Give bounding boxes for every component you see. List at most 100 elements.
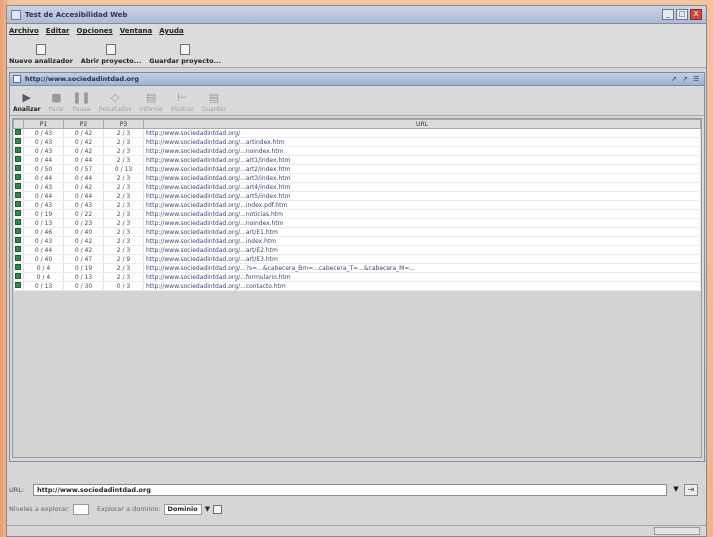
cell-p3: 2 / 3 [103,209,144,219]
status-cell [654,527,700,535]
status-cell [13,173,24,183]
menu-ayuda[interactable]: Ayuda [159,27,183,35]
table-row[interactable]: 0 / 44 0 / 44 2 / 3 http://www.sociedadintd… [13,191,701,201]
status-ok-icon [15,138,22,144]
analyzer-toolbar-button[interactable]: ⊢ Mostrar [171,92,194,114]
table-row[interactable]: 0 / 44 0 / 44 2 / 3 http://www.sociedadintd… [13,173,701,183]
status-ok-icon [15,210,22,216]
cell-p2: 0 / 44 [63,191,104,201]
cell-p1: 0 / 46 [23,227,64,237]
cell-p3: 2 / 9 [103,254,144,264]
menu-archivo[interactable]: Archivo [9,27,39,35]
cell-url: http://www.sociedadintdad.org/ [143,128,701,138]
new-analyzer-button[interactable]: Nuevo analizador [9,44,73,65]
cell-p3: 2 / 3 [103,263,144,273]
table-row[interactable]: 0 / 43 0 / 43 2 / 3 http://www.sociedadintd… [13,200,701,210]
table-row[interactable]: 0 / 40 / 19 2 / 3 http://www.sociedadintda… [13,263,701,273]
cell-p2: 0 / 23 [63,218,104,228]
status-ok-icon [15,255,22,261]
open-project-button[interactable]: Abrir proyecto... [81,44,141,65]
settings-icon[interactable] [213,504,223,514]
chevron-down-icon[interactable]: ▼ [205,505,210,513]
cell-p2: 0 / 42 [63,137,104,147]
table-row[interactable]: 0 / 43 0 / 42 2 / 3 http://www.sociedadintd… [13,146,701,156]
column-header-p1[interactable]: P1 [23,119,64,129]
analyzer-toolbar-button[interactable]: ■ Parar [49,92,65,114]
cell-p2: 0 / 44 [63,173,104,183]
status-cell [13,272,24,282]
column-header-p2[interactable]: P2 [63,119,104,129]
table-row[interactable]: 0 / 43 0 / 42 2 / 3 http://www.sociedadintd… [13,236,701,246]
cell-url: http://www.sociedadintdad.org/...noindex… [143,218,701,228]
url-input[interactable]: http://www.sociedadintdad.org [33,484,667,496]
toolbar-label: Analizar [13,106,41,113]
column-header-status[interactable] [13,119,24,129]
table-row[interactable]: 0 / 19 0 / 22 2 / 3 http://www.sociedadintd… [13,209,701,219]
menu-editar[interactable]: Editar [46,27,70,35]
cell-p3: 2 / 3 [103,218,144,228]
analyzer-toolbar-button[interactable]: ◇ Resultados [99,92,132,114]
analyzer-toolbar-button[interactable]: ❚❚ Pausa [72,92,90,114]
status-cell [13,209,24,219]
chevron-down-icon[interactable]: ▼ [670,484,682,496]
table-row[interactable]: 0 / 44 0 / 42 2 / 3 http://www.sociedadintd… [13,245,701,255]
status-cell [13,218,24,228]
menu-opciones[interactable]: Opciones [77,27,113,35]
scope-select[interactable]: Dominio [163,503,202,515]
status-cell [13,245,24,255]
cell-p1: 0 / 13 [23,218,64,228]
status-cell [13,146,24,156]
column-header-url[interactable]: URL [143,119,701,129]
status-ok-icon [15,129,22,135]
cell-url: http://www.sociedadintdad.org/...?s=...&… [143,263,701,273]
table-row[interactable]: 0 / 43 0 / 42 2 / 3 http://www.sociedadintd… [13,128,701,138]
go-icon[interactable]: ⇥ [684,484,698,496]
status-ok-icon [15,201,22,207]
status-cell [13,263,24,273]
table-row[interactable]: 0 / 40 0 / 47 2 / 9 http://www.sociedadintd… [13,254,701,264]
cell-p3: 2 / 3 [103,272,144,282]
table-row[interactable]: 0 / 43 0 / 42 2 / 3 http://www.sociedadintd… [13,182,701,192]
restore-frame-icon[interactable]: ↗ [671,75,679,83]
cell-p2: 0 / 40 [63,227,104,237]
table-row[interactable]: 0 / 50 0 / 57 0 / 13 http://www.sociedadint… [13,164,701,174]
menu-frame-icon[interactable]: ☰ [693,75,701,83]
cell-p1: 0 / 43 [23,128,64,138]
table-row[interactable]: 0 / 13 0 / 23 2 / 3 http://www.sociedadintd… [13,218,701,228]
window-title: Test de Accesibilidad Web [25,10,128,19]
table-row[interactable]: 0 / 43 0 / 42 2 / 3 http://www.sociedadintd… [13,137,701,147]
save-project-label: Guardar proyecto... [149,57,222,65]
menu-ventana[interactable]: Ventana [120,27,153,35]
results-table-container[interactable]: P1 P2 P3 URL 0 / 43 0 / 42 2 / 3 http://www… [12,118,702,458]
cell-p1: 0 / 43 [23,182,64,192]
status-ok-icon [15,165,22,171]
table-row[interactable]: 0 / 40 / 13 2 / 3 http://www.sociedadintda… [13,272,701,282]
open-project-label: Abrir proyecto... [80,57,142,65]
status-cell [13,281,24,291]
analyzer-toolbar-button[interactable]: ▶ Analizar [13,92,41,114]
analyzer-toolbar-button[interactable]: ▤ Guardar [202,92,226,114]
minimize-button[interactable]: _ [662,9,674,20]
cell-p2: 0 / 43 [63,200,104,210]
table-row[interactable]: 0 / 13 0 / 30 0 / 3 http://www.sociedadintd… [13,281,701,291]
cell-p3: 2 / 3 [103,236,144,246]
table-row[interactable]: 0 / 44 0 / 44 2 / 3 http://www.sociedadintd… [13,155,701,165]
depth-input[interactable] [72,503,89,515]
cell-p1: 0 / 13 [23,281,64,291]
cell-p1: 0 / 43 [23,137,64,147]
analyzer-title-bar[interactable]: http://www.sociedadintdad.org ↗ ↗ ☰ [10,73,704,86]
cell-p1: 0 / 44 [23,173,64,183]
close-button[interactable]: X [690,9,702,20]
cell-p2: 0 / 30 [63,281,104,291]
maximize-button[interactable]: □ [676,9,688,20]
url-bar: URL: http://www.sociedadintdad.org ▼ ⇥ [9,481,705,499]
save-project-button[interactable]: Guardar proyecto... [149,44,221,65]
cell-p2: 0 / 13 [63,272,104,282]
maximize-frame-icon[interactable]: ↗ [682,75,690,83]
analyzer-toolbar-button[interactable]: ▤ Informe [139,92,162,114]
column-header-p3[interactable]: P3 [103,119,144,129]
cell-p1: 0 / 43 [23,146,64,156]
table-row[interactable]: 0 / 46 0 / 40 2 / 3 http://www.sociedadintd… [13,227,701,237]
title-bar[interactable]: Test de Accesibilidad Web _ □ X [7,6,706,24]
cell-p1: 0 / 43 [23,236,64,246]
